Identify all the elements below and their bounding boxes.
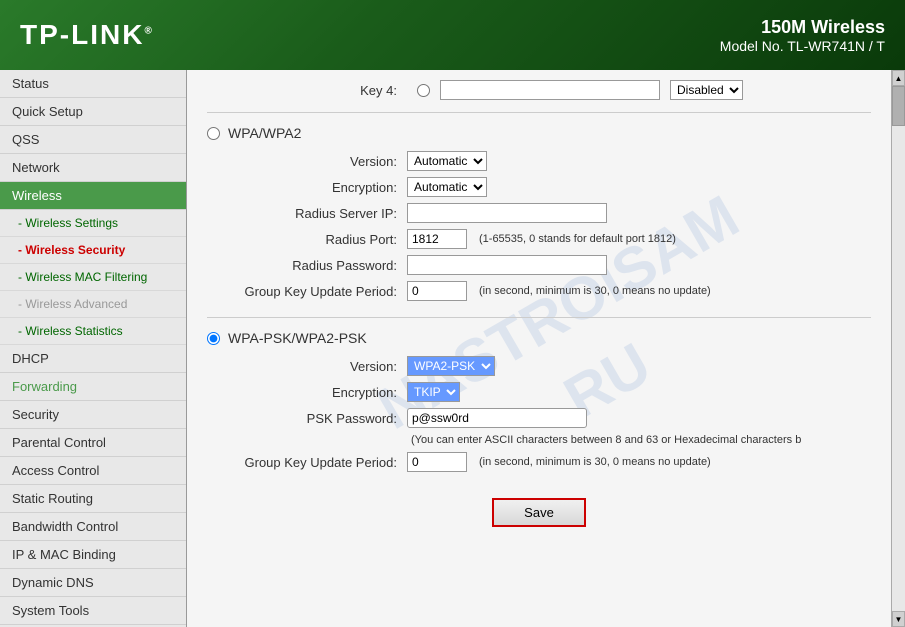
form-section: Key 4: Disabled WPA/WPA2 Version: [207, 80, 871, 527]
wpa-psk-header: WPA-PSK/WPA2-PSK [207, 330, 871, 346]
product-title: 150M Wireless [720, 17, 885, 38]
save-button[interactable]: Save [492, 498, 586, 527]
scroll-thumb[interactable] [892, 86, 905, 126]
psk-note: (You can enter ASCII characters between … [411, 434, 801, 446]
psk-group-key-note: (in second, minimum is 30, 0 means no up… [479, 456, 711, 468]
wpa-group-key-control: (in second, minimum is 30, 0 means no up… [407, 281, 711, 301]
key4-label: Key 4: [207, 83, 407, 98]
sidebar-item-access-control[interactable]: Access Control [0, 457, 186, 485]
key4-select[interactable]: Disabled [670, 80, 743, 100]
wpa-encryption-control: Automatic [407, 177, 487, 197]
sidebar-item-wireless-mac-filtering[interactable]: - Wireless MAC Filtering [0, 264, 186, 291]
psk-note-control: (You can enter ASCII characters between … [407, 434, 801, 446]
sidebar-item-wireless-settings[interactable]: - Wireless Settings [0, 210, 186, 237]
wpa-encryption-row: Encryption: Automatic [207, 177, 871, 197]
sidebar-item-qss[interactable]: QSS [0, 126, 186, 154]
divider-2 [207, 317, 871, 318]
wpa-psk-radio[interactable] [207, 332, 220, 345]
wpa-psk-label: WPA-PSK/WPA2-PSK [228, 330, 367, 346]
sidebar-item-quick-setup[interactable]: Quick Setup [0, 98, 186, 126]
right-scrollbar: ▲ ▼ [891, 70, 905, 627]
wpa-group-key-input[interactable] [407, 281, 467, 301]
wpa-group-key-row: Group Key Update Period: (in second, min… [207, 281, 871, 301]
psk-group-key-input[interactable] [407, 452, 467, 472]
header: TP-LINK® 150M Wireless Model No. TL-WR74… [0, 0, 905, 70]
save-row: Save [207, 488, 871, 527]
wpa-encryption-label: Encryption: [207, 180, 407, 195]
wpa-version-control: Automatic [407, 151, 487, 171]
radius-port-control: (1-65535, 0 stands for default port 1812… [407, 229, 676, 249]
radius-ip-input[interactable] [407, 203, 607, 223]
psk-password-control [407, 408, 587, 428]
psk-version-control: WPA2-PSK [407, 356, 495, 376]
scroll-down-arrow[interactable]: ▼ [892, 611, 905, 627]
psk-encryption-control: TKIP [407, 382, 460, 402]
sidebar-item-wireless-security[interactable]: - Wireless Security [0, 237, 186, 264]
sidebar-item-wireless-statistics[interactable]: - Wireless Statistics [0, 318, 186, 345]
psk-password-label: PSK Password: [207, 411, 407, 426]
wpa-wpa2-label: WPA/WPA2 [228, 125, 301, 141]
wpa-version-row: Version: Automatic [207, 151, 871, 171]
psk-encryption-label: Encryption: [207, 385, 407, 400]
sidebar-item-bandwidth-control[interactable]: Bandwidth Control [0, 513, 186, 541]
key4-input[interactable] [440, 80, 660, 100]
main-layout: Status Quick Setup QSS Network Wireless … [0, 70, 905, 627]
wpa-group-key-label: Group Key Update Period: [207, 284, 407, 299]
psk-version-label: Version: [207, 359, 407, 374]
sidebar-item-dhcp[interactable]: DHCP [0, 345, 186, 373]
sidebar-item-dynamic-dns[interactable]: Dynamic DNS [0, 569, 186, 597]
logo: TP-LINK® [20, 19, 154, 51]
key4-radio[interactable] [417, 84, 430, 97]
radius-ip-row: Radius Server IP: [207, 203, 871, 223]
radius-password-input[interactable] [407, 255, 607, 275]
radius-password-label: Radius Password: [207, 258, 407, 273]
wpa-wpa2-header: WPA/WPA2 [207, 125, 871, 141]
wpa-encryption-select[interactable]: Automatic [407, 177, 487, 197]
sidebar-item-static-routing[interactable]: Static Routing [0, 485, 186, 513]
wpa-version-label: Version: [207, 154, 407, 169]
psk-password-input[interactable] [407, 408, 587, 428]
sidebar-item-wireless[interactable]: Wireless [0, 182, 186, 210]
sidebar-item-forwarding[interactable]: Forwarding [0, 373, 186, 401]
psk-version-select[interactable]: WPA2-PSK [407, 356, 495, 376]
psk-group-key-control: (in second, minimum is 30, 0 means no up… [407, 452, 711, 472]
wpa-wpa2-radio[interactable] [207, 127, 220, 140]
scroll-track [892, 86, 905, 611]
radius-ip-control [407, 203, 607, 223]
radius-password-row: Radius Password: [207, 255, 871, 275]
sidebar-item-wireless-advanced[interactable]: - Wireless Advanced [0, 291, 186, 318]
sidebar-item-ip-mac-binding[interactable]: IP & MAC Binding [0, 541, 186, 569]
psk-note-row: (You can enter ASCII characters between … [207, 434, 871, 446]
divider-1 [207, 112, 871, 113]
radius-password-control [407, 255, 607, 275]
scroll-up-arrow[interactable]: ▲ [892, 70, 905, 86]
key4-row: Key 4: Disabled [207, 80, 871, 100]
psk-group-key-label: Group Key Update Period: [207, 455, 407, 470]
wpa-wpa2-section: WPA/WPA2 Version: Automatic Encryption: … [207, 125, 871, 301]
psk-password-row: PSK Password: [207, 408, 871, 428]
model-number: Model No. TL-WR741N / T [720, 38, 885, 54]
radius-ip-label: Radius Server IP: [207, 206, 407, 221]
wpa-psk-section: WPA-PSK/WPA2-PSK Version: WPA2-PSK Encry… [207, 330, 871, 472]
sidebar-item-security[interactable]: Security [0, 401, 186, 429]
psk-encryption-select[interactable]: TKIP [407, 382, 460, 402]
radius-port-input[interactable] [407, 229, 467, 249]
radius-port-row: Radius Port: (1-65535, 0 stands for defa… [207, 229, 871, 249]
sidebar-item-parental-control[interactable]: Parental Control [0, 429, 186, 457]
radius-port-note: (1-65535, 0 stands for default port 1812… [479, 233, 676, 245]
sidebar: Status Quick Setup QSS Network Wireless … [0, 70, 187, 627]
model-info: 150M Wireless Model No. TL-WR741N / T [720, 17, 885, 54]
wpa-group-key-note: (in second, minimum is 30, 0 means no up… [479, 285, 711, 297]
sidebar-item-status[interactable]: Status [0, 70, 186, 98]
content-area: NASTROISAM.RU Key 4: Disabled WPA/WPA2 [187, 70, 891, 627]
wpa-version-select[interactable]: Automatic [407, 151, 487, 171]
psk-version-row: Version: WPA2-PSK [207, 356, 871, 376]
sidebar-item-network[interactable]: Network [0, 154, 186, 182]
psk-encryption-row: Encryption: TKIP [207, 382, 871, 402]
radius-port-label: Radius Port: [207, 232, 407, 247]
psk-group-key-row: Group Key Update Period: (in second, min… [207, 452, 871, 472]
sidebar-item-system-tools[interactable]: System Tools [0, 597, 186, 625]
